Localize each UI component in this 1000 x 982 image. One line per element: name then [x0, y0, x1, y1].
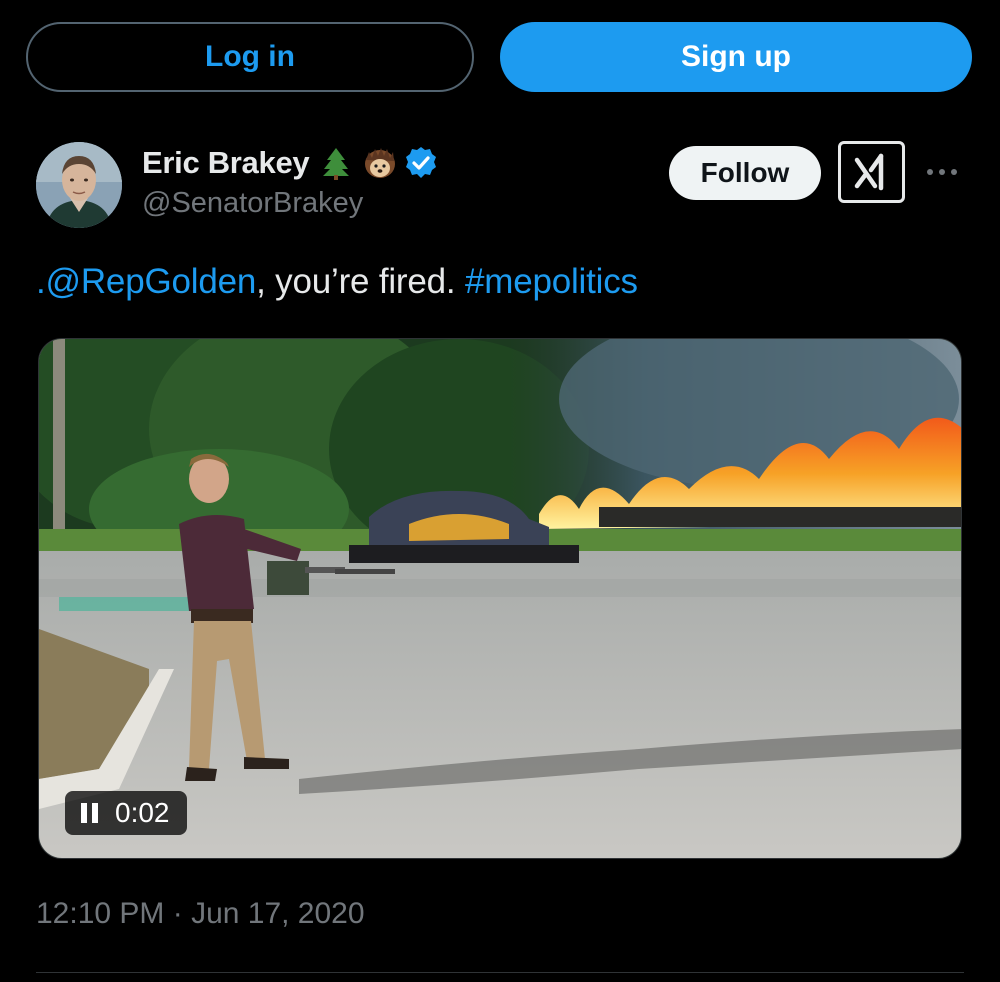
- follow-button[interactable]: Follow: [669, 146, 821, 200]
- auth-bar: Log in Sign up: [26, 22, 974, 92]
- hedgehog-icon: [365, 148, 396, 178]
- tweet-text-body: , you’re fired.: [256, 262, 465, 301]
- login-button[interactable]: Log in: [26, 22, 474, 92]
- divider: [36, 972, 964, 973]
- video-player[interactable]: 0:02: [38, 338, 962, 859]
- signup-button[interactable]: Sign up: [500, 22, 972, 92]
- author-display-name[interactable]: Eric Brakey: [142, 145, 310, 181]
- tweet-timestamp[interactable]: 12:10 PM · Jun 17, 2020: [36, 897, 365, 931]
- video-time: 0:02: [115, 797, 170, 828]
- tweet-text: .@RepGolden, you’re fired. #mepolitics: [36, 262, 638, 302]
- mention-link[interactable]: .@RepGolden: [36, 262, 256, 301]
- verified-badge-icon[interactable]: [403, 145, 439, 181]
- avatar[interactable]: [36, 142, 122, 228]
- hashtag-link[interactable]: #mepolitics: [465, 262, 638, 301]
- more-icon[interactable]: [922, 157, 962, 187]
- author-name-row: Eric Brakey: [142, 143, 439, 183]
- evergreen-tree-icon: [323, 148, 350, 180]
- video-frame: [39, 339, 961, 858]
- video-controls: 0:02: [65, 791, 187, 835]
- author-handle[interactable]: @SenatorBrakey: [142, 187, 363, 220]
- pause-icon[interactable]: [79, 801, 101, 825]
- grok-icon[interactable]: [838, 141, 905, 203]
